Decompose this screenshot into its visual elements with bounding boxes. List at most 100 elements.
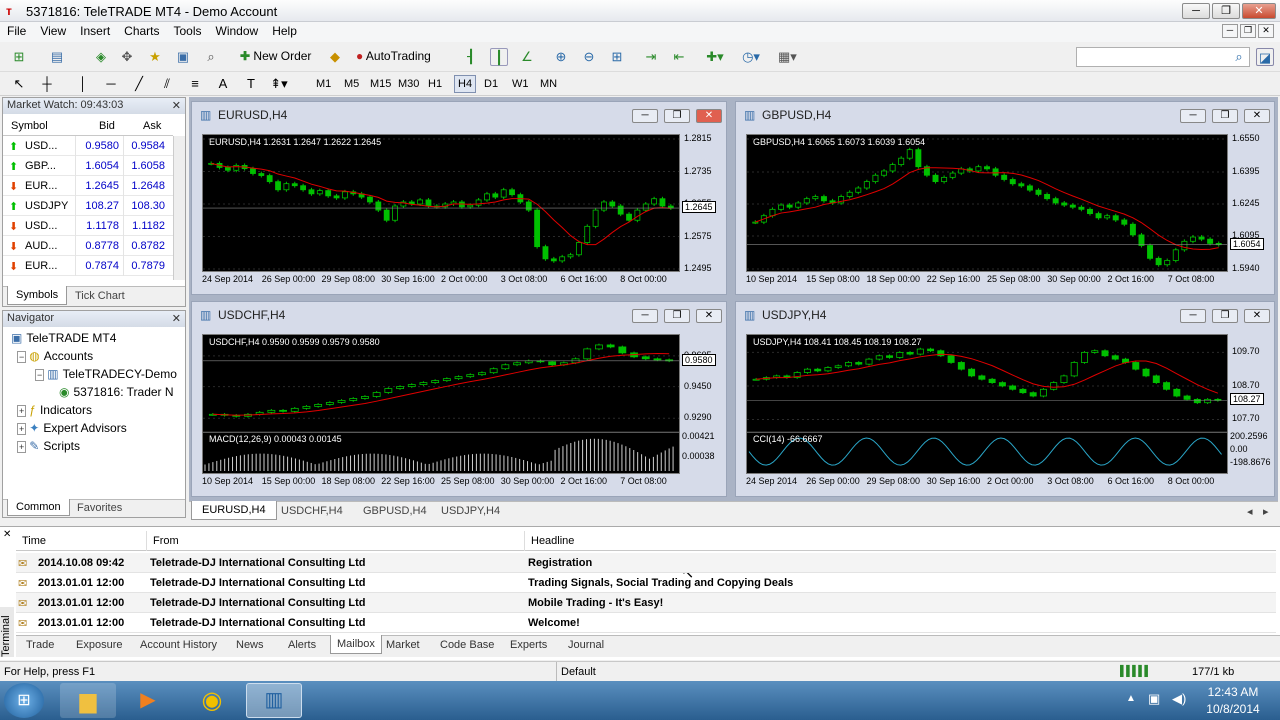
new-order-button[interactable]: ✚ New Order bbox=[236, 47, 315, 67]
chart-maximize-button[interactable]: ❐ bbox=[664, 309, 690, 323]
zoom-in-icon[interactable]: ⊕ bbox=[552, 48, 570, 66]
navigator-item-2[interactable]: − ▥ TeleTRADECY-Demo bbox=[35, 367, 177, 381]
data-window-icon[interactable]: ✥ bbox=[118, 48, 136, 66]
menu-close-button[interactable]: ✕ bbox=[1258, 24, 1274, 38]
navigator-item-0[interactable]: ▣ TeleTRADE MT4 bbox=[11, 331, 116, 345]
tab-symbols[interactable]: Symbols bbox=[7, 286, 68, 305]
mail-row[interactable]: ✉ 2013.01.01 12:00 Teletrade-DJ Internatio… bbox=[16, 613, 1276, 633]
start-button[interactable]: ⊞ bbox=[4, 683, 44, 718]
terminal-tab-mailbox[interactable]: Mailbox bbox=[330, 635, 382, 654]
community-icon[interactable]: ◪ bbox=[1256, 48, 1274, 66]
auto-scroll-icon[interactable]: ⇥ bbox=[642, 48, 660, 66]
market-watch-scrollbar[interactable] bbox=[173, 136, 185, 280]
tab-favorites[interactable]: Favorites bbox=[77, 502, 122, 514]
crosshair-icon[interactable]: ┼ bbox=[38, 75, 56, 93]
search-input[interactable] bbox=[1076, 47, 1250, 67]
timeframe-h4[interactable]: H4 bbox=[454, 75, 477, 93]
search-icon[interactable]: ⌕ bbox=[1230, 48, 1248, 66]
col-time[interactable]: Time bbox=[22, 535, 46, 547]
timeframe-m30[interactable]: M30 bbox=[398, 78, 419, 90]
market-watch-close-icon[interactable]: ✕ bbox=[172, 99, 181, 112]
timeframe-m5[interactable]: M5 bbox=[344, 78, 359, 90]
menu-window[interactable]: Window bbox=[209, 22, 266, 40]
navigator-item-3[interactable]: ◉ 5371816: Trader N bbox=[59, 385, 174, 399]
tray-show-hidden-icon[interactable]: ▲ bbox=[1126, 693, 1136, 704]
chart-window-usdchf[interactable]: ▥ USDCHF,H4 ─ ❐ ✕ MACD(12,26,9) 0.00043 0.001… bbox=[191, 301, 727, 497]
autotrading-button[interactable]: ● AutoTrading bbox=[352, 47, 435, 67]
chart-plot[interactable]: MACD(12,26,9) 0.00043 0.00145 USDCHF,H4 0… bbox=[202, 334, 680, 474]
menu-charts[interactable]: Charts bbox=[117, 22, 166, 40]
menu-restore-button[interactable]: ❐ bbox=[1240, 24, 1256, 38]
zoom-out-icon[interactable]: ⊖ bbox=[580, 48, 598, 66]
tray-clock[interactable]: 12:43 AM 10/8/2014 bbox=[1196, 685, 1270, 716]
chart-tab-gbpusd[interactable]: GBPUSD,H4 bbox=[363, 505, 427, 517]
chrome-taskbar-icon[interactable]: ◉ bbox=[184, 683, 240, 718]
menu-tools[interactable]: Tools bbox=[167, 22, 209, 40]
tree-expander-icon[interactable]: − bbox=[17, 351, 27, 363]
new-chart-icon[interactable]: ⊞ bbox=[10, 48, 28, 66]
chart-close-button[interactable]: ✕ bbox=[1244, 109, 1270, 123]
navigator-item-5[interactable]: + ✦ Expert Advisors bbox=[17, 421, 127, 435]
mail-row[interactable]: ✉ 2014.10.08 09:42 Teletrade-DJ Internatio… bbox=[16, 553, 1276, 573]
terminal-icon[interactable]: ▣ bbox=[174, 48, 192, 66]
chart-close-button[interactable]: ✕ bbox=[696, 309, 722, 323]
chart-plot[interactable]: GBPUSD,H4 1.6065 1.6073 1.6039 1.6054 bbox=[746, 134, 1228, 272]
market-watch-row[interactable]: ⬆ USD... 0.9580 0.9584 bbox=[3, 136, 173, 156]
periods-icon[interactable]: ◷▾ bbox=[742, 48, 760, 66]
tile-windows-icon[interactable]: ⊞ bbox=[608, 48, 626, 66]
tree-expander-icon[interactable]: + bbox=[17, 441, 27, 453]
menu-insert[interactable]: Insert bbox=[73, 22, 117, 40]
market-watch-row[interactable]: ⬆ USDJPY 108.27 108.30 bbox=[3, 196, 173, 216]
col-from[interactable]: From bbox=[146, 531, 185, 551]
profiles-icon[interactable]: ▤ bbox=[48, 48, 66, 66]
arrows-icon[interactable]: ⇞▾ bbox=[270, 75, 288, 93]
chart-maximize-button[interactable]: ❐ bbox=[664, 109, 690, 123]
menu-help[interactable]: Help bbox=[265, 22, 304, 40]
minimize-button[interactable]: ─ bbox=[1182, 3, 1210, 19]
terminal-tab-market[interactable]: Market bbox=[386, 639, 420, 651]
trendline-icon[interactable]: ╱ bbox=[130, 75, 148, 93]
cursor-icon[interactable]: ↖ bbox=[10, 75, 28, 93]
terminal-close-icon[interactable]: ✕ bbox=[3, 529, 11, 540]
menu-view[interactable]: View bbox=[33, 22, 73, 40]
chart-window-gbpusd[interactable]: ▥ GBPUSD,H4 ─ ❐ ✕ GBPUSD,H4 1.6065 1.6073 1.6… bbox=[735, 101, 1275, 295]
templates-icon[interactable]: ▦▾ bbox=[778, 48, 797, 66]
status-profile[interactable]: Default bbox=[556, 662, 600, 681]
navigator-item-6[interactable]: + ✎ Scripts bbox=[17, 439, 80, 453]
strategy-tester-icon[interactable]: ⌕ bbox=[202, 48, 220, 66]
chart-close-button[interactable]: ✕ bbox=[696, 109, 722, 123]
channel-icon[interactable]: ⫽ bbox=[158, 75, 176, 93]
text-label-icon[interactable]: T bbox=[242, 75, 260, 93]
navigator-close-icon[interactable]: ✕ bbox=[172, 312, 181, 325]
market-watch-row[interactable]: ⬇ EUR... 0.7874 0.7879 bbox=[3, 256, 173, 276]
tabs-scroll-right-icon[interactable]: ▸ bbox=[1263, 505, 1269, 518]
chart-close-button[interactable]: ✕ bbox=[1244, 309, 1270, 323]
terminal-tab-code-base[interactable]: Code Base bbox=[440, 639, 494, 651]
chart-plot[interactable]: CCI(14) -66.6667 USDJPY,H4 108.41 108.45 … bbox=[746, 334, 1228, 474]
metaeditor-icon[interactable]: ◆ bbox=[326, 48, 344, 66]
mail-row[interactable]: ✉ 2013.01.01 12:00 Teletrade-DJ Internatio… bbox=[16, 593, 1276, 613]
col-symbol[interactable]: Symbol bbox=[11, 120, 48, 132]
menu-minimize-button[interactable]: ─ bbox=[1222, 24, 1238, 38]
timeframe-d1[interactable]: D1 bbox=[484, 78, 498, 90]
chart-minimize-button[interactable]: ─ bbox=[632, 309, 658, 323]
tree-expander-icon[interactable]: − bbox=[35, 369, 45, 381]
tab-common[interactable]: Common bbox=[7, 499, 70, 516]
mail-row[interactable]: ✉ 2013.01.01 12:00 Teletrade-DJ Internatio… bbox=[16, 573, 1276, 593]
chart-minimize-button[interactable]: ─ bbox=[1180, 109, 1206, 123]
tree-expander-icon[interactable]: + bbox=[17, 423, 27, 435]
market-watch-icon[interactable]: ◈ bbox=[92, 48, 110, 66]
timeframe-m15[interactable]: M15 bbox=[370, 78, 391, 90]
terminal-tab-news[interactable]: News bbox=[236, 639, 264, 651]
fibonacci-icon[interactable]: ≡ bbox=[186, 75, 204, 93]
chart-window-eurusd[interactable]: ▥ EURUSD,H4 ─ ❐ ✕ EURUSD,H4 1.2631 1.2647 1.2… bbox=[191, 101, 727, 295]
indicators-icon[interactable]: ✚▾ bbox=[706, 48, 724, 66]
terminal-tab-experts[interactable]: Experts bbox=[510, 639, 547, 651]
market-watch-row[interactable]: ⬇ AUD... 0.8778 0.8782 bbox=[3, 236, 173, 256]
timeframe-h1[interactable]: H1 bbox=[428, 78, 442, 90]
tab-tick-chart[interactable]: Tick Chart bbox=[75, 290, 125, 302]
candlestick-icon[interactable]: ┃ bbox=[490, 48, 508, 66]
chart-tab-eurusd[interactable]: EURUSD,H4 bbox=[191, 501, 277, 520]
terminal-tab-alerts[interactable]: Alerts bbox=[288, 639, 316, 651]
chart-tab-usdjpy[interactable]: USDJPY,H4 bbox=[441, 505, 500, 517]
